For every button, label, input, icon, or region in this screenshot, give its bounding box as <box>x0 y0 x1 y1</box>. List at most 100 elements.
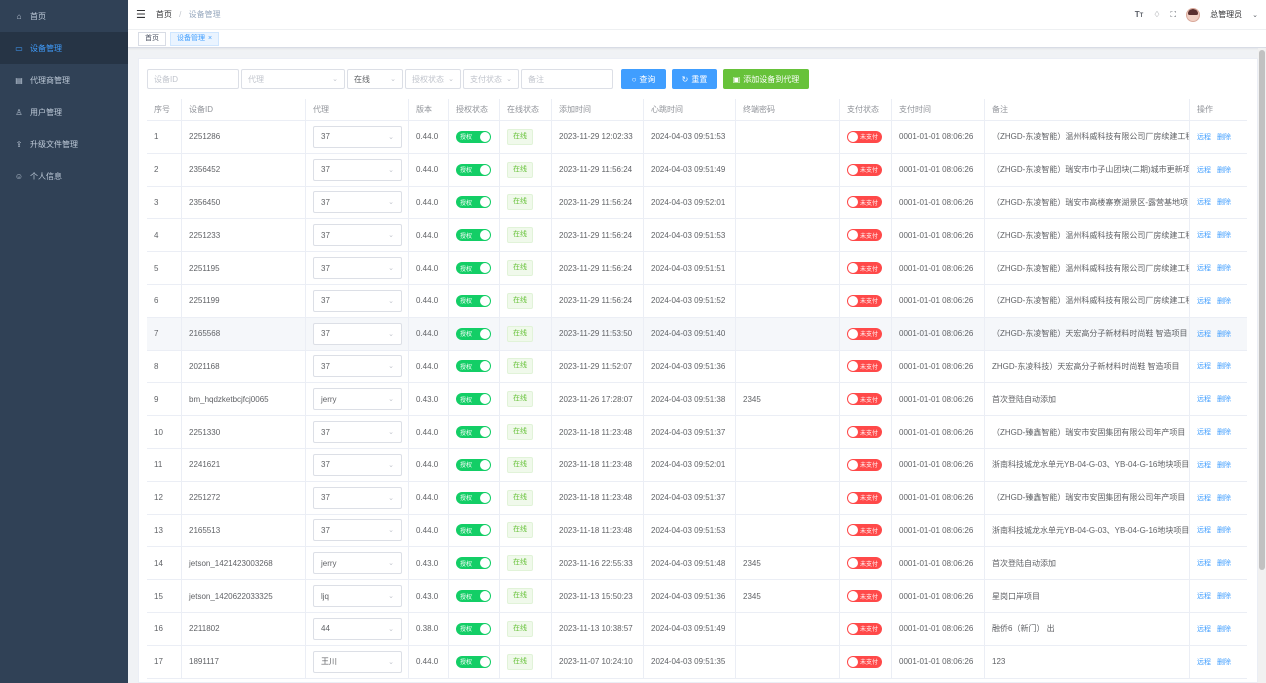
agent-select[interactable]: 37 ⌄ <box>313 486 402 509</box>
pay-switch[interactable]: 未支付 <box>847 163 882 176</box>
pay-switch[interactable]: 未支付 <box>847 655 882 668</box>
agent-select[interactable]: 37 ⌄ <box>313 257 402 280</box>
theme-icon[interactable]: ♢ <box>1153 10 1160 19</box>
agent-select[interactable]: 37 ⌄ <box>313 322 402 345</box>
scrollbar-thumb[interactable] <box>1259 50 1265 570</box>
auth-switch[interactable]: 授权 <box>456 196 491 209</box>
auth-switch[interactable]: 授权 <box>456 655 491 668</box>
agent-select[interactable]: 37 ⌄ <box>313 421 402 444</box>
auth-switch[interactable]: 授权 <box>456 458 491 471</box>
auth-switch[interactable]: 授权 <box>456 524 491 537</box>
breadcrumb-home[interactable]: 首页 <box>156 10 172 19</box>
chevron-down-icon[interactable]: ⌄ <box>1252 11 1258 19</box>
agent-select[interactable]: ljq ⌄ <box>313 585 402 608</box>
delete-link[interactable]: 删除 <box>1217 165 1231 175</box>
tag-device-management[interactable]: 设备管理 × <box>170 31 220 46</box>
close-icon[interactable]: × <box>208 35 212 42</box>
agent-select[interactable]: 37 ⌄ <box>313 158 402 181</box>
delete-link[interactable]: 删除 <box>1217 493 1231 503</box>
auth-switch[interactable]: 授权 <box>456 294 491 307</box>
remote-link[interactable]: 远程 <box>1197 591 1211 601</box>
pay-switch[interactable]: 未支付 <box>847 590 882 603</box>
delete-link[interactable]: 删除 <box>1217 132 1231 142</box>
agent-select[interactable]: jerry ⌄ <box>313 388 402 411</box>
remote-link[interactable]: 远程 <box>1197 329 1211 339</box>
delete-link[interactable]: 删除 <box>1217 394 1231 404</box>
sidebar-item[interactable]: ☺ 个人信息 <box>0 160 128 192</box>
delete-link[interactable]: 删除 <box>1217 591 1231 601</box>
delete-link[interactable]: 删除 <box>1217 427 1231 437</box>
agent-select[interactable]: 37 ⌄ <box>313 191 402 214</box>
auth-status-select[interactable]: 授权状态 ⌄ <box>405 69 461 89</box>
pay-switch[interactable]: 未支付 <box>847 130 882 143</box>
hamburger-icon[interactable]: ☰ <box>136 8 146 21</box>
agent-select[interactable]: 37 ⌄ <box>313 453 402 476</box>
remote-link[interactable]: 远程 <box>1197 460 1211 470</box>
delete-link[interactable]: 删除 <box>1217 230 1231 240</box>
delete-link[interactable]: 删除 <box>1217 657 1231 667</box>
auth-switch[interactable]: 授权 <box>456 229 491 242</box>
sidebar-item[interactable]: ⇪ 升级文件管理 <box>0 128 128 160</box>
pay-switch[interactable]: 未支付 <box>847 294 882 307</box>
pay-switch[interactable]: 未支付 <box>847 327 882 340</box>
auth-switch[interactable]: 授权 <box>456 393 491 406</box>
avatar[interactable] <box>1186 7 1201 22</box>
remote-link[interactable]: 远程 <box>1197 361 1211 371</box>
pay-switch[interactable]: 未支付 <box>847 622 882 635</box>
sidebar-item[interactable]: ⌂ 首页 <box>0 0 128 32</box>
auth-switch[interactable]: 授权 <box>456 622 491 635</box>
pay-switch[interactable]: 未支付 <box>847 458 882 471</box>
remote-link[interactable]: 远程 <box>1197 493 1211 503</box>
auth-switch[interactable]: 授权 <box>456 590 491 603</box>
agent-select[interactable]: 37 ⌄ <box>313 289 402 312</box>
remote-link[interactable]: 远程 <box>1197 165 1211 175</box>
remote-link[interactable]: 远程 <box>1197 624 1211 634</box>
pay-switch[interactable]: 未支付 <box>847 524 882 537</box>
remote-link[interactable]: 远程 <box>1197 296 1211 306</box>
auth-switch[interactable]: 授权 <box>456 130 491 143</box>
agent-select[interactable]: 代理 ⌄ <box>241 69 345 89</box>
pay-switch[interactable]: 未支付 <box>847 426 882 439</box>
sidebar-item[interactable]: ▭ 设备管理 <box>0 32 128 64</box>
auth-switch[interactable]: 授权 <box>456 426 491 439</box>
remote-link[interactable]: 远程 <box>1197 230 1211 240</box>
reset-button[interactable]: ↻ 重置 <box>672 69 717 89</box>
font-size-icon[interactable]: TT <box>1135 10 1144 19</box>
agent-select[interactable]: 37 ⌄ <box>313 355 402 378</box>
tag-home[interactable]: 首页 <box>138 31 166 46</box>
delete-link[interactable]: 删除 <box>1217 263 1231 273</box>
online-select[interactable]: 在线 ⌄ <box>347 69 403 89</box>
remote-link[interactable]: 远程 <box>1197 558 1211 568</box>
auth-switch[interactable]: 授权 <box>456 262 491 275</box>
auth-switch[interactable]: 授权 <box>456 491 491 504</box>
pay-switch[interactable]: 未支付 <box>847 393 882 406</box>
delete-link[interactable]: 删除 <box>1217 329 1231 339</box>
delete-link[interactable]: 删除 <box>1217 361 1231 371</box>
agent-select[interactable]: 44 ⌄ <box>313 617 402 640</box>
remote-link[interactable]: 远程 <box>1197 525 1211 535</box>
sidebar-item[interactable]: ♙ 用户管理 <box>0 96 128 128</box>
auth-switch[interactable]: 授权 <box>456 360 491 373</box>
delete-link[interactable]: 删除 <box>1217 296 1231 306</box>
delete-link[interactable]: 删除 <box>1217 460 1231 470</box>
sidebar-item[interactable]: ▤ 代理商管理 <box>0 64 128 96</box>
remark-input[interactable]: 备注 <box>521 69 613 89</box>
agent-select[interactable]: jerry ⌄ <box>313 552 402 575</box>
delete-link[interactable]: 删除 <box>1217 624 1231 634</box>
remote-link[interactable]: 远程 <box>1197 197 1211 207</box>
agent-select[interactable]: 37 ⌄ <box>313 125 402 148</box>
remote-link[interactable]: 远程 <box>1197 132 1211 142</box>
pay-switch[interactable]: 未支付 <box>847 196 882 209</box>
remote-link[interactable]: 远程 <box>1197 657 1211 667</box>
pay-status-select[interactable]: 支付状态 ⌄ <box>463 69 519 89</box>
remote-link[interactable]: 远程 <box>1197 427 1211 437</box>
auth-switch[interactable]: 授权 <box>456 163 491 176</box>
pay-switch[interactable]: 未支付 <box>847 229 882 242</box>
agent-select[interactable]: 王川 ⌄ <box>313 650 402 673</box>
pay-switch[interactable]: 未支付 <box>847 557 882 570</box>
agent-select[interactable]: 37 ⌄ <box>313 519 402 542</box>
auth-switch[interactable]: 授权 <box>456 557 491 570</box>
remote-link[interactable]: 远程 <box>1197 394 1211 404</box>
pay-switch[interactable]: 未支付 <box>847 262 882 275</box>
device-id-input[interactable]: 设备ID <box>147 69 239 89</box>
